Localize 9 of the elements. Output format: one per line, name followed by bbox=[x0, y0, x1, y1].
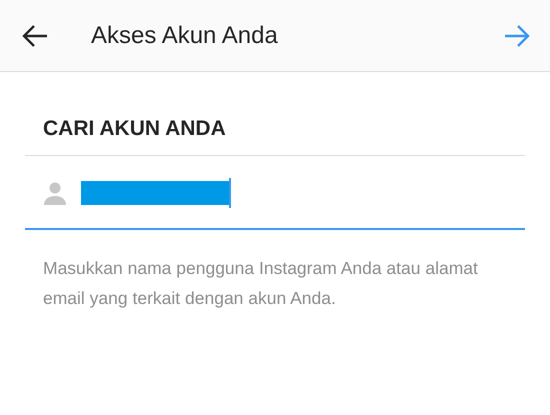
forward-arrow-icon bbox=[504, 24, 530, 48]
header-title: Akses Akun Anda bbox=[91, 22, 279, 50]
back-button[interactable] bbox=[22, 24, 48, 48]
help-text: Masukkan nama pengguna Instagram Anda atau alamat email yang terkait dengan akun Anda. bbox=[43, 257, 479, 310]
back-arrow-icon bbox=[22, 24, 48, 48]
user-icon bbox=[43, 180, 67, 204]
section-title: CARI AKUN ANDA bbox=[25, 72, 525, 156]
text-cursor bbox=[229, 178, 231, 208]
next-button[interactable] bbox=[504, 24, 530, 48]
